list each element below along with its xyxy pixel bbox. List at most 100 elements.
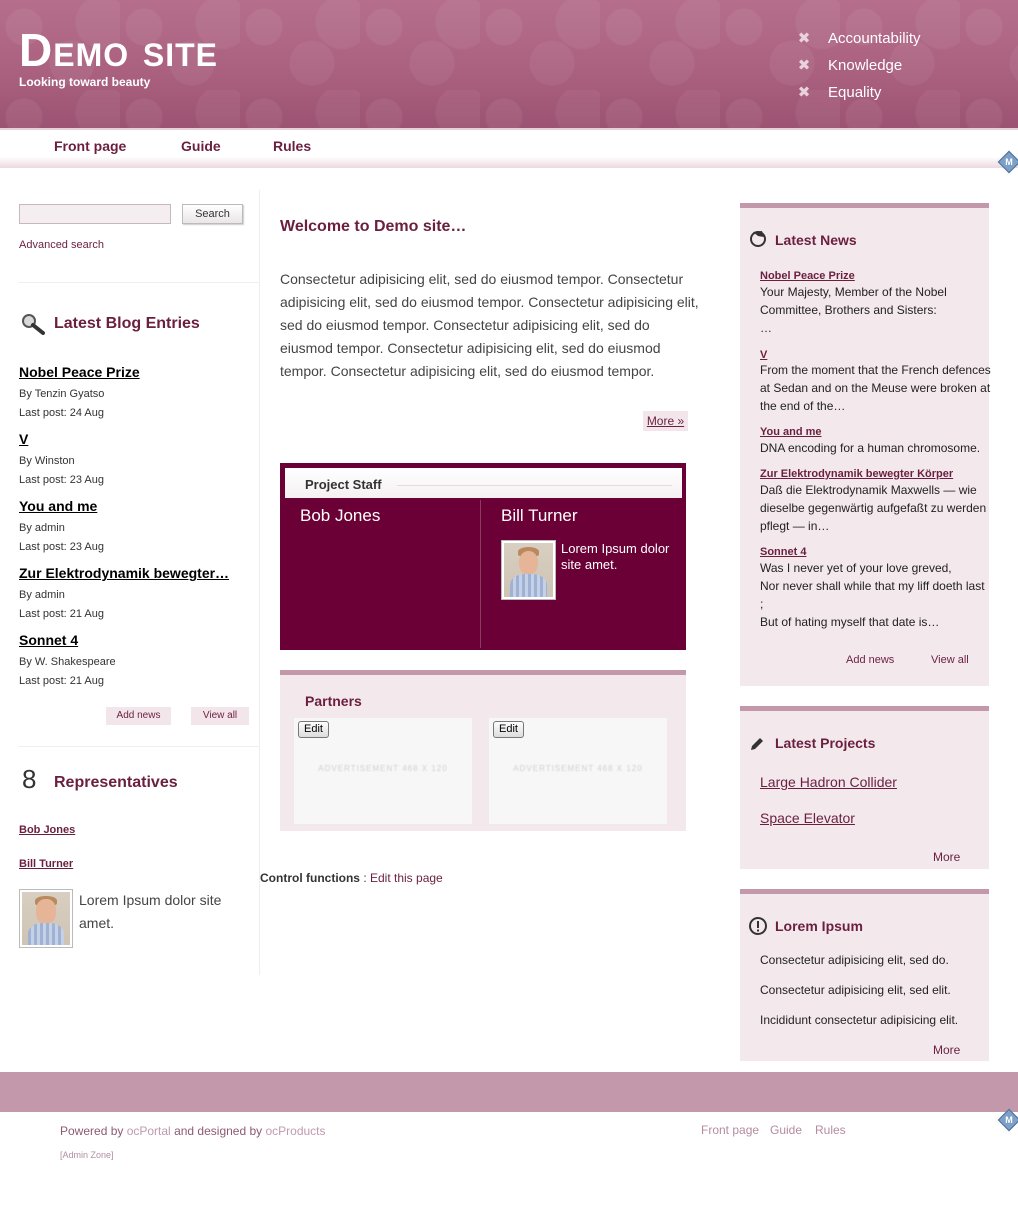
blog-entry-date: Last post: 23 Aug xyxy=(19,541,105,553)
representatives-title: Representatives xyxy=(54,774,178,791)
cross-icon: ✖ xyxy=(797,30,811,47)
lorem-line: Incididunt consectetur adipisicing elit. xyxy=(760,1013,959,1027)
projects-more-link[interactable]: More xyxy=(933,850,960,864)
blog-entry-author: By admin xyxy=(19,522,65,534)
ocportal-link[interactable]: ocPortal xyxy=(127,1124,171,1138)
nav-guide[interactable]: Guide xyxy=(181,138,221,154)
edit-this-page-link[interactable]: Edit this page xyxy=(370,871,443,885)
latest-news-title: Latest News xyxy=(775,232,857,248)
exclamation-icon xyxy=(749,917,767,935)
latest-news-panel: Latest News Nobel Peace Prize Your Majes… xyxy=(740,203,991,686)
blog-entry-date: Last post: 21 Aug xyxy=(19,608,105,620)
divider xyxy=(19,746,259,747)
rep-link-bill-turner[interactable]: Bill Turner xyxy=(19,858,73,870)
staff-description: Lorem Ipsum dolor site amet. xyxy=(561,541,670,572)
project-staff-title: Project Staff xyxy=(305,477,382,492)
footer-nav-front-page[interactable]: Front page xyxy=(701,1123,759,1137)
control-functions-label: Control functions xyxy=(260,871,360,885)
news-item-link[interactable]: Zur Elektrodynamik bewegter Körper xyxy=(760,468,953,480)
magnifier-icon xyxy=(22,314,45,335)
news-item-link[interactable]: V xyxy=(760,349,767,361)
search-button[interactable]: Search xyxy=(182,204,243,224)
main-nav: Front page Guide Rules xyxy=(0,128,1018,168)
lorem-line: Consectetur adipisicing elit, sed elit. xyxy=(760,983,951,997)
blog-add-news-button[interactable]: Add news xyxy=(106,707,171,725)
blog-entry-author: By W. Shakespeare xyxy=(19,656,116,668)
control-functions: Control functions : Edit this page xyxy=(260,871,443,885)
project-link[interactable]: Large Hadron Collider xyxy=(760,774,897,790)
ad-placeholder-text: ADVERTISEMENT 468 X 120 xyxy=(513,764,643,773)
project-staff-header: Project Staff xyxy=(285,468,682,498)
news-item-text: Was I never yet of your love greved, Nor… xyxy=(760,561,985,629)
news-item-link[interactable]: Sonnet 4 xyxy=(760,546,806,558)
values-list: ✖ Accountability ✖ Knowledge ✖ Equality xyxy=(796,29,921,110)
cross-icon: ✖ xyxy=(797,84,811,101)
blog-block-title: Latest Blog Entries xyxy=(54,315,200,332)
footer-nav-guide[interactable]: Guide xyxy=(770,1123,802,1137)
intro-text: Consectetur adipisicing elit, sed do eiu… xyxy=(280,271,699,379)
news-item-text: From the moment that the French defences… xyxy=(760,363,991,413)
news-add-news-link[interactable]: Add news xyxy=(846,654,894,666)
lorem-more-link[interactable]: More xyxy=(933,1043,960,1057)
search-input[interactable] xyxy=(19,204,171,224)
lorem-line: Consectetur adipisicing elit, sed do. xyxy=(760,953,949,967)
blog-view-all-button[interactable]: View all xyxy=(191,707,249,725)
news-item-text: DNA encoding for a human chromosome. xyxy=(760,441,981,455)
project-link[interactable]: Space Elevator xyxy=(760,810,855,826)
representative-text: Lorem Ipsum dolor site amet. xyxy=(79,892,222,931)
site-header: Demo site Looking toward beauty ✖ Account… xyxy=(0,0,1018,128)
news-view-all-link[interactable]: View all xyxy=(931,654,969,666)
footer-nav-rules[interactable]: Rules xyxy=(815,1123,846,1137)
news-item-text: Your Majesty, Member of the Nobel Commit… xyxy=(760,285,947,335)
news-item-link[interactable]: Nobel Peace Prize xyxy=(760,270,855,282)
news-item-text: Daß die Elektrodynamik Maxwells — wie di… xyxy=(760,483,987,533)
representatives-icon: 8 xyxy=(22,764,37,794)
nav-rules[interactable]: Rules xyxy=(273,138,311,154)
lorem-ipsum-title: Lorem Ipsum xyxy=(775,918,863,934)
footer-band xyxy=(0,1072,1018,1112)
edit-button[interactable]: Edit xyxy=(298,721,329,738)
page-title: Welcome to Demo site… xyxy=(280,218,467,235)
staff-name: Bob Jones xyxy=(300,506,381,525)
value-item: ✖ Equality xyxy=(797,84,882,101)
header-rule xyxy=(397,485,672,486)
admin-zone-link[interactable]: [Admin Zone] xyxy=(60,1150,114,1160)
blog-entry-author: By admin xyxy=(19,589,65,601)
nav-front-page[interactable]: Front page xyxy=(54,138,126,154)
pencil-icon xyxy=(751,738,763,750)
blog-entry-link[interactable]: Sonnet 4 xyxy=(19,632,78,648)
ocproducts-link[interactable]: ocProducts xyxy=(265,1124,325,1138)
staff-name: Bill Turner xyxy=(501,506,578,525)
blog-entry-link[interactable]: You and me xyxy=(19,498,97,514)
news-item-link[interactable]: You and me xyxy=(760,426,822,438)
partners-title: Partners xyxy=(305,693,362,709)
blog-entry-author: By Tenzin Gyatso xyxy=(19,388,105,400)
blog-entry-date: Last post: 24 Aug xyxy=(19,407,105,419)
edit-button[interactable]: Edit xyxy=(493,721,524,738)
value-item: ✖ Accountability xyxy=(797,30,921,47)
blog-entry-link[interactable]: Nobel Peace Prize xyxy=(19,364,140,380)
blog-entry-author: By Winston xyxy=(19,455,75,467)
latest-projects-title: Latest Projects xyxy=(775,735,876,751)
avatar xyxy=(501,540,556,600)
powered-by: Powered by ocPortal and designed by ocPr… xyxy=(60,1124,326,1138)
more-button[interactable]: More » xyxy=(643,411,688,431)
lorem-ipsum-panel: Lorem Ipsum Consectetur adipisicing elit… xyxy=(740,889,989,1061)
cross-icon: ✖ xyxy=(797,57,811,74)
blog-entry-link[interactable]: Zur Elektrodynamik bewegter… xyxy=(19,565,229,581)
rep-link-bob-jones[interactable]: Bob Jones xyxy=(19,824,75,836)
staff-divider xyxy=(480,500,481,648)
ocportal-logo-icon[interactable]: M xyxy=(997,1108,1018,1132)
blog-entry-date: Last post: 23 Aug xyxy=(19,474,105,486)
advanced-search-link[interactable]: Advanced search xyxy=(19,239,104,251)
site-tagline: Looking toward beauty xyxy=(19,75,151,89)
latest-projects-panel: Latest Projects Large Hadron Collider Sp… xyxy=(740,706,989,869)
value-item: ✖ Knowledge xyxy=(797,57,903,74)
blog-entry-link[interactable]: V xyxy=(19,431,28,447)
avatar xyxy=(19,889,73,948)
divider xyxy=(19,282,259,283)
left-column-divider xyxy=(259,190,260,975)
partners-block: Partners ADVERTISEMENT 468 X 120 ADVERTI… xyxy=(280,670,686,831)
news-icon xyxy=(750,231,766,247)
site-title[interactable]: Demo site xyxy=(19,24,218,76)
